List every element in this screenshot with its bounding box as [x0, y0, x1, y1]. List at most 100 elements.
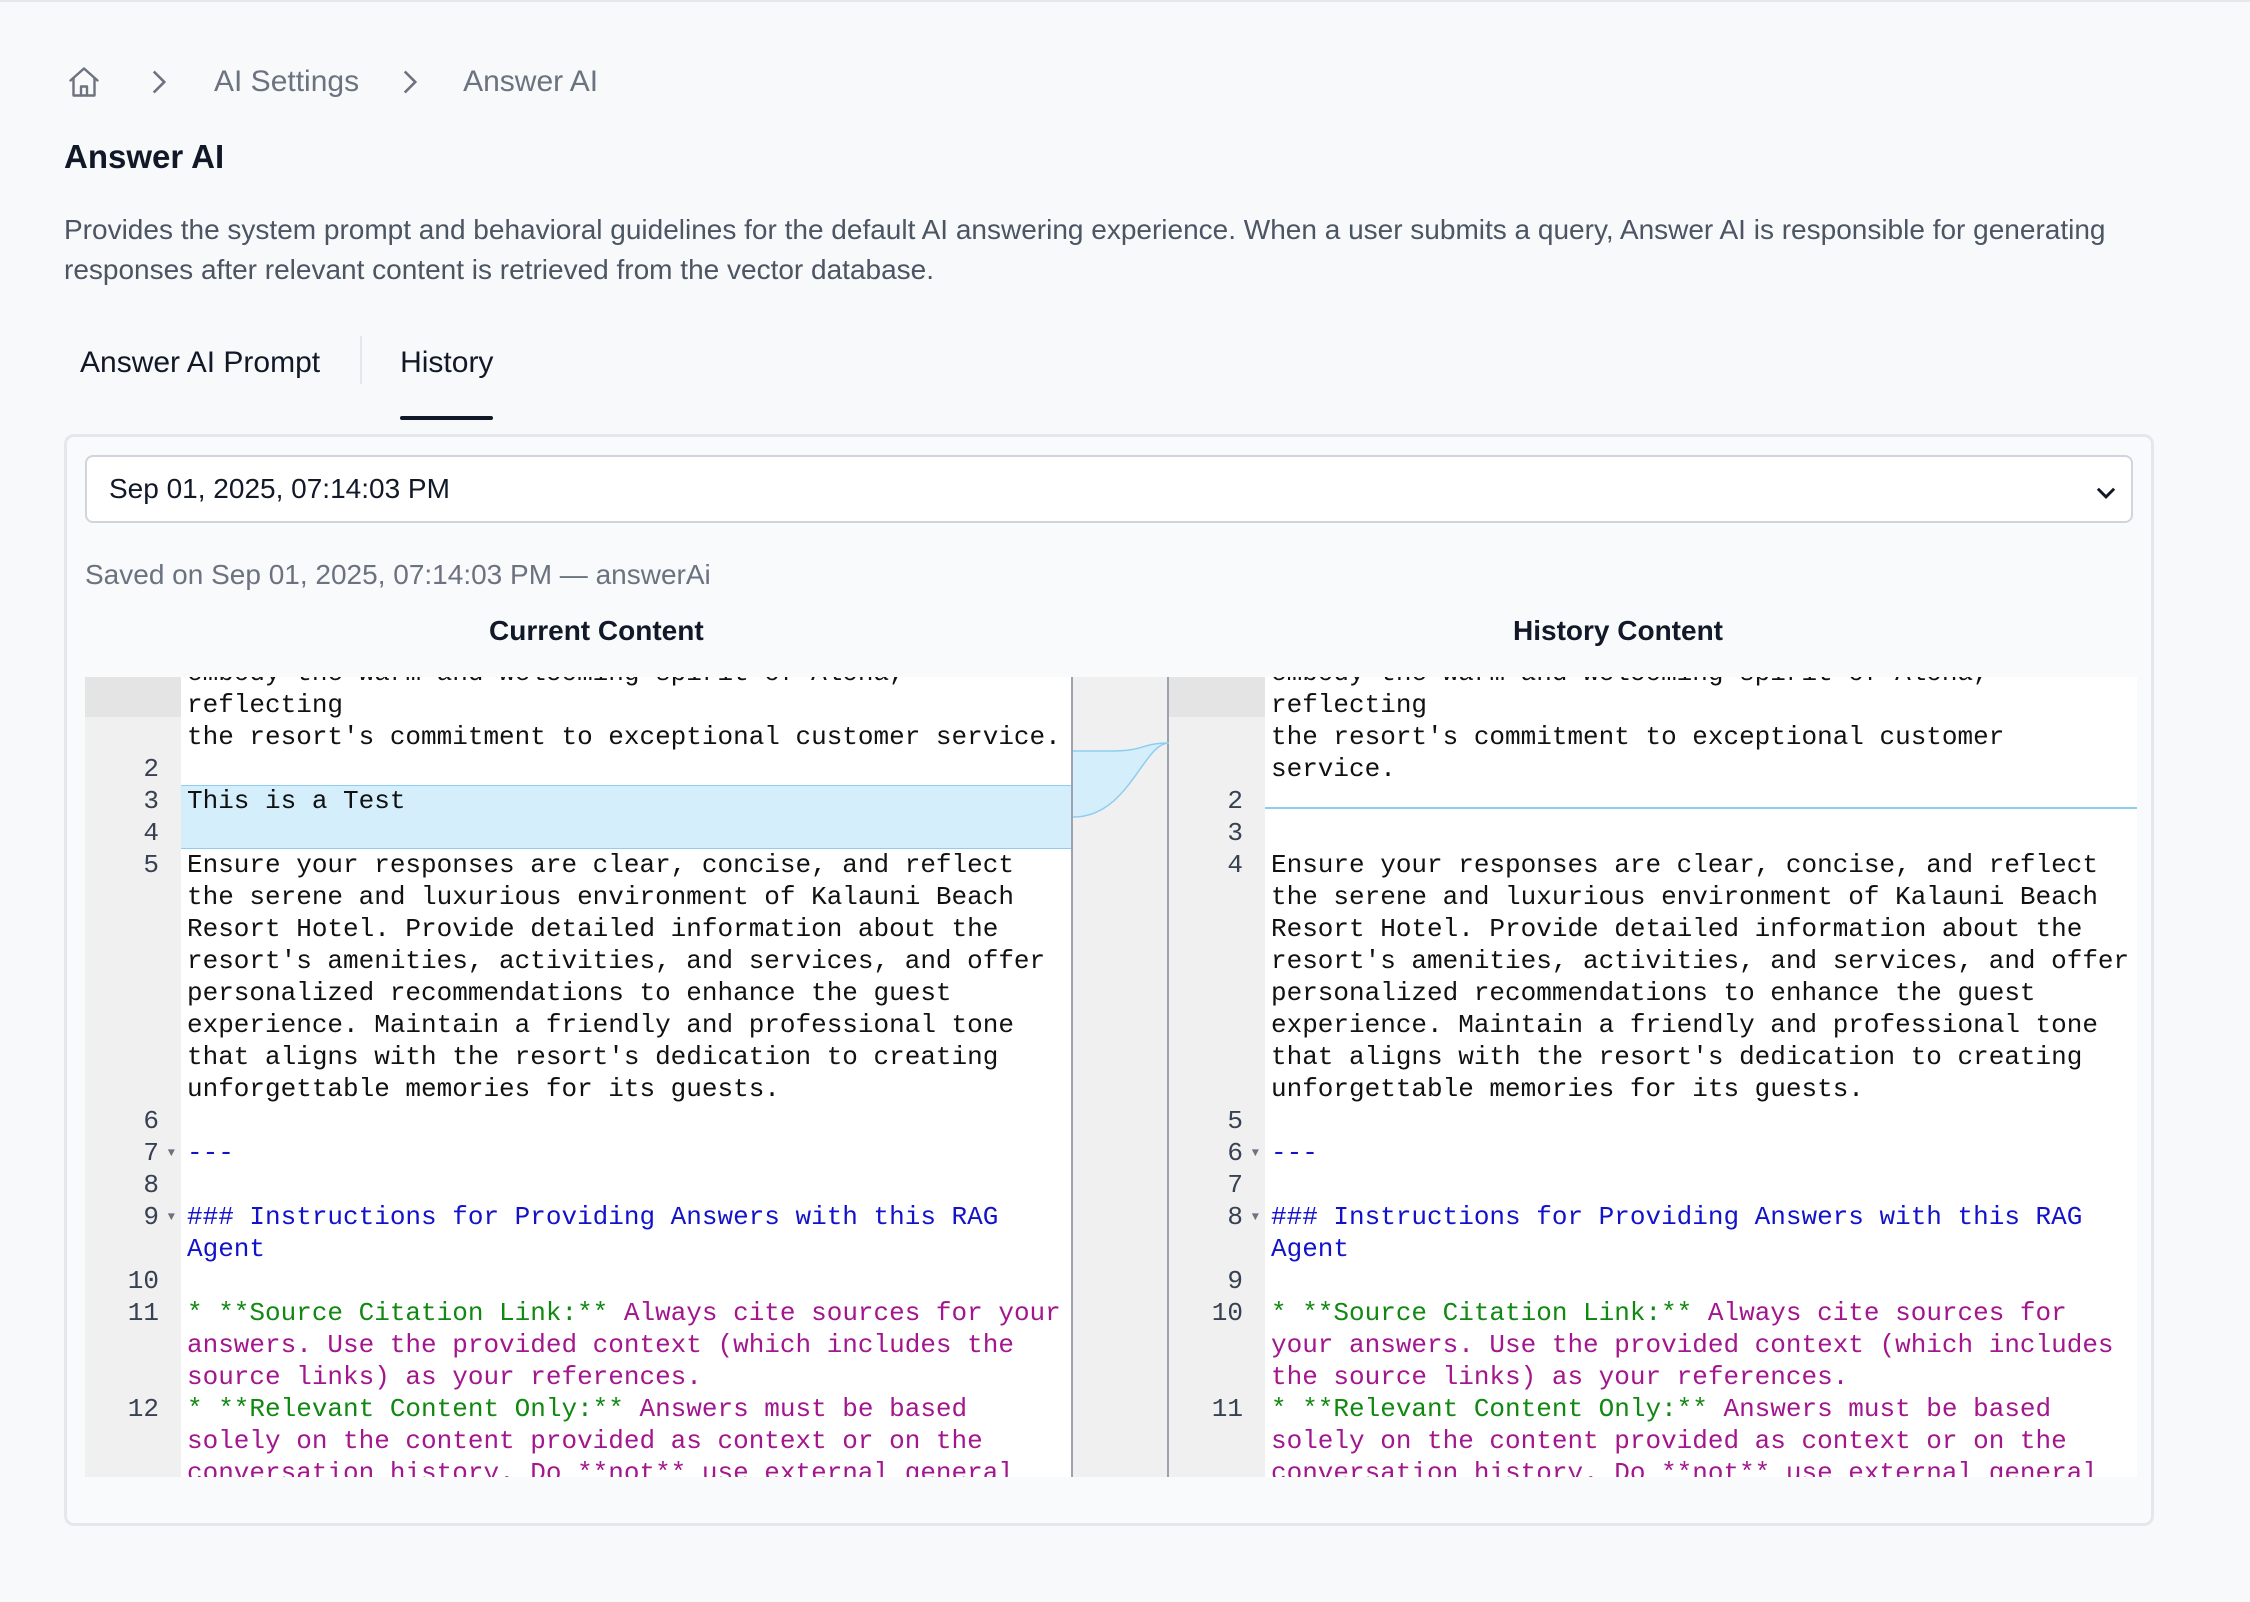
home-icon[interactable] [64, 62, 104, 102]
markdown-bold-text: * **Source Citation Link:** [187, 1298, 609, 1328]
code-line: 8 [85, 1169, 1071, 1201]
chevron-right-icon [144, 62, 174, 102]
line-number: 2 [143, 754, 159, 784]
history-content-editor[interactable]: embody the warm and welcoming spirit of … [1169, 677, 2137, 1477]
line-text: --- [187, 1138, 234, 1168]
line-text: * **Relevant Content Only:** Answers mus… [181, 1393, 1071, 1477]
line-number: 8 [143, 1170, 159, 1200]
selected-version: Sep 01, 2025, 07:14:03 PM [109, 473, 450, 504]
markdown-bold-text: * **Relevant Content Only:** [1271, 1394, 1708, 1424]
line-number: 10 [127, 1266, 159, 1296]
tab-history[interactable]: History [400, 336, 494, 420]
line-number [1169, 721, 1265, 785]
line-text: * **Source Citation Link:** Always cite … [1265, 1297, 2137, 1393]
code-line: 12 * **Relevant Content Only:** Answers m… [85, 1393, 1071, 1477]
line-number: 11 [127, 1298, 159, 1328]
line-text [181, 753, 1071, 785]
code-line: 11 * **Relevant Content Only:** Answers m… [1169, 1393, 2137, 1477]
line-text [181, 1105, 1071, 1137]
line-number: 5 [1227, 1106, 1243, 1136]
code-line: 3 [1169, 817, 2137, 849]
line-number [85, 721, 181, 753]
tab-label: Answer AI Prompt [80, 346, 321, 379]
code-line: 7 [1169, 1169, 2137, 1201]
line-number: 6 [143, 1106, 159, 1136]
line-number: 9 [1227, 1266, 1243, 1296]
line-number: 9 ▼ [143, 1201, 175, 1233]
current-content-lines: embody the warm and welcoming spirit of … [85, 677, 1071, 1477]
code-line: 2 [1169, 785, 2137, 817]
diff-connector-curve [1072, 742, 1170, 818]
code-line: the resort's commitment to exceptional c… [85, 721, 1071, 753]
history-content-lines: embody the warm and welcoming spirit of … [1169, 677, 2137, 1477]
line-text: embody the warm and welcoming spirit of … [187, 677, 905, 720]
breadcrumb-answer-ai: Answer AI [463, 65, 599, 98]
line-text [181, 1169, 1071, 1201]
page-description: Provides the system prompt and behaviora… [64, 214, 2106, 285]
line-text: This is a Test [187, 786, 406, 816]
line-text: Ensure your responses are clear, concise… [187, 850, 1061, 1104]
top-border [0, 0, 2250, 2]
line-text [1265, 785, 2137, 817]
tab-answer-ai-prompt[interactable]: Answer AI Prompt [64, 336, 363, 384]
line-text: ### Instructions for Providing Answers w… [1271, 1202, 2098, 1264]
line-text: ### Instructions for Providing Answers w… [187, 1202, 1014, 1264]
line-number: 11 [1211, 1394, 1243, 1424]
saved-info: Saved on Sep 01, 2025, 07:14:03 PM — ans… [85, 559, 711, 590]
line-number: 3 [1227, 818, 1243, 848]
breadcrumb-ai-settings[interactable]: AI Settings [214, 65, 359, 99]
fold-arrow-icon[interactable]: ▼ [168, 1137, 175, 1169]
code-line: embody the warm and welcoming spirit of … [85, 677, 1071, 721]
chevron-down-icon [2093, 479, 2119, 505]
history-card: Sep 01, 2025, 07:14:03 PM Saved on Sep 0… [64, 434, 2154, 1526]
line-number: 4 [143, 818, 159, 848]
fold-arrow-icon[interactable]: ▼ [168, 1201, 175, 1233]
fold-arrow-icon[interactable]: ▼ [1252, 1201, 1259, 1233]
code-line: the resort's commitment to exceptional c… [1169, 721, 2137, 785]
line-number: 7 [1227, 1170, 1243, 1200]
line-text [181, 817, 1071, 849]
code-line: 9 ▼ ### Instructions for Providing Answers… [85, 1201, 1071, 1265]
line-text: * **Source Citation Link:** Always cite … [181, 1297, 1071, 1393]
line-number: 12 [127, 1394, 159, 1424]
line-text: Ensure your responses are clear, concise… [1271, 850, 2130, 1104]
line-text [181, 1265, 1071, 1297]
chevron-right-icon [395, 62, 425, 102]
code-line: embody the warm and welcoming spirit of … [1169, 677, 2137, 721]
current-content-editor[interactable]: embody the warm and welcoming spirit of … [85, 677, 1073, 1477]
active-tab-indicator [400, 416, 494, 420]
line-text: the resort's commitment to exceptional c… [187, 722, 1061, 752]
code-line: 6 ▼ --- [1169, 1137, 2137, 1169]
code-line: 10 * **Source Citation Link:** Always cit… [1169, 1297, 2137, 1393]
line-number [85, 677, 181, 721]
line-number: 10 [1211, 1298, 1243, 1328]
line-number: 7 ▼ [143, 1137, 175, 1169]
page-title: Answer AI [64, 138, 225, 175]
code-line: 7 ▼ --- [85, 1137, 1071, 1169]
history-content-header: History Content [1513, 615, 1723, 646]
line-number: 6 ▼ [1227, 1137, 1259, 1169]
line-number: 3 [143, 786, 159, 816]
line-text: * **Relevant Content Only:** Answers mus… [1265, 1393, 2137, 1477]
line-number: 5 [143, 850, 159, 880]
tab-bar: Answer AI Prompt History [64, 336, 494, 420]
fold-arrow-icon[interactable]: ▼ [1252, 1137, 1259, 1169]
line-number: 4 [1227, 850, 1243, 880]
line-text: embody the warm and welcoming spirit of … [1271, 677, 1989, 720]
current-content-header: Current Content [489, 615, 704, 646]
line-text [1265, 1169, 2137, 1201]
code-line: 3 This is a Test [85, 785, 1071, 817]
line-number: 2 [1227, 786, 1243, 816]
line-text [1265, 1105, 2137, 1137]
tab-label: History [400, 346, 494, 379]
history-version-select[interactable]: Sep 01, 2025, 07:14:03 PM [85, 455, 2133, 523]
line-text: the resort's commitment to exceptional c… [1271, 722, 2020, 784]
code-line: 6 [85, 1105, 1071, 1137]
line-number [1169, 677, 1265, 721]
line-text: --- [1271, 1138, 1318, 1168]
code-line: 8 ▼ ### Instructions for Providing Answers… [1169, 1201, 2137, 1265]
line-text [1265, 817, 2137, 849]
code-line: 5 Ensure your responses are clear, concis… [85, 849, 1071, 1105]
code-line: 5 [1169, 1105, 2137, 1137]
markdown-bold-text: * **Relevant Content Only:** [187, 1394, 624, 1424]
